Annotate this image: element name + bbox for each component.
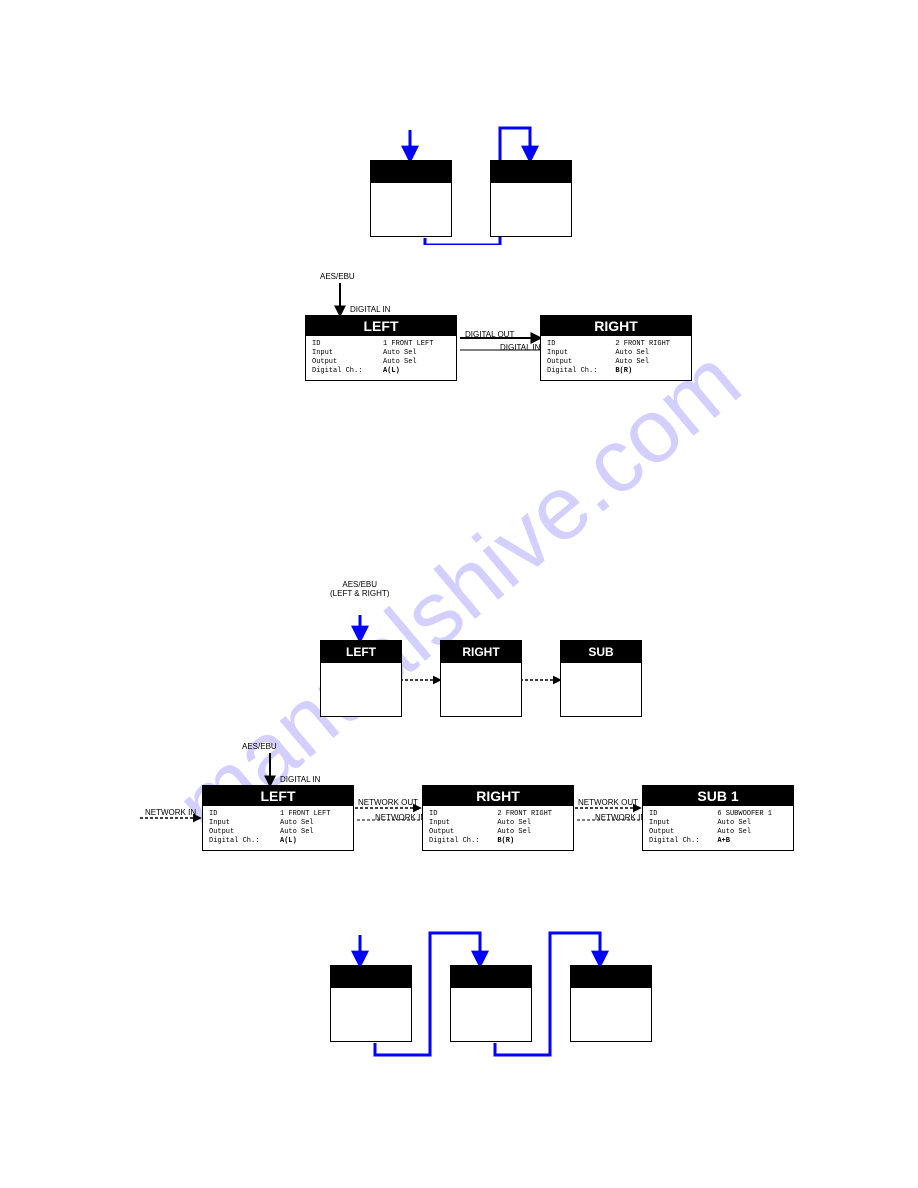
label-digital-in-1: DIGITAL IN [350, 305, 390, 314]
label-digital-in-3: DIGITAL IN [280, 775, 320, 784]
label-network-out-1: NETWORK OUT [358, 798, 418, 807]
speaker-box-blank-3 [330, 965, 412, 1042]
diagram-1 [370, 125, 620, 245]
speaker-box-blank-2 [490, 160, 572, 237]
label-digital-out: DIGITAL OUT [465, 330, 514, 339]
diagram-5 [330, 930, 700, 1060]
diagram-4: AES/EBU DIGITAL IN NETWORK IN NETWORK OU… [140, 745, 860, 875]
label-network-in-1: NETWORK IN [375, 813, 426, 822]
detail-header: RIGHT [541, 316, 691, 336]
speaker-box-blank-1 [370, 160, 452, 237]
detail-box-left-2: LEFT ID1 FRONT LEFT InputAuto Sel Output… [202, 785, 354, 851]
detail-box-right-1: RIGHT ID2 FRONT RIGHT InputAuto Sel Outp… [540, 315, 692, 381]
speaker-box-blank-4 [450, 965, 532, 1042]
detail-header: LEFT [306, 316, 456, 336]
detail-box-left-1: LEFT ID1 FRONT LEFT InputAuto Sel Output… [305, 315, 457, 381]
speaker-box-left: LEFT [320, 640, 402, 717]
speaker-box-blank-5 [570, 965, 652, 1042]
speaker-box-right: RIGHT [440, 640, 522, 717]
label-network-out-2: NETWORK OUT [578, 798, 638, 807]
detail-box-sub1: SUB 1 ID6 SUBWOOFER 1 InputAuto Sel Outp… [642, 785, 794, 851]
label-digital-in-2: DIGITAL IN [500, 343, 540, 352]
label-network-in-0: NETWORK IN [145, 808, 196, 817]
label-aesebu: AES/EBU [320, 272, 355, 281]
speaker-box-sub: SUB [560, 640, 642, 717]
label-network-in-2: NETWORK IN [595, 813, 646, 822]
label-aesebu-lr: AES/EBU (LEFT & RIGHT) [330, 580, 389, 598]
diagram-2: AES/EBU DIGITAL IN DIGITAL OUT DIGITAL I… [305, 275, 705, 395]
diagram-3: AES/EBU (LEFT & RIGHT) LEFT RIGHT SUB [320, 580, 690, 730]
label-aesebu-2: AES/EBU [242, 742, 277, 751]
detail-box-right-2: RIGHT ID2 FRONT RIGHT InputAuto Sel Outp… [422, 785, 574, 851]
